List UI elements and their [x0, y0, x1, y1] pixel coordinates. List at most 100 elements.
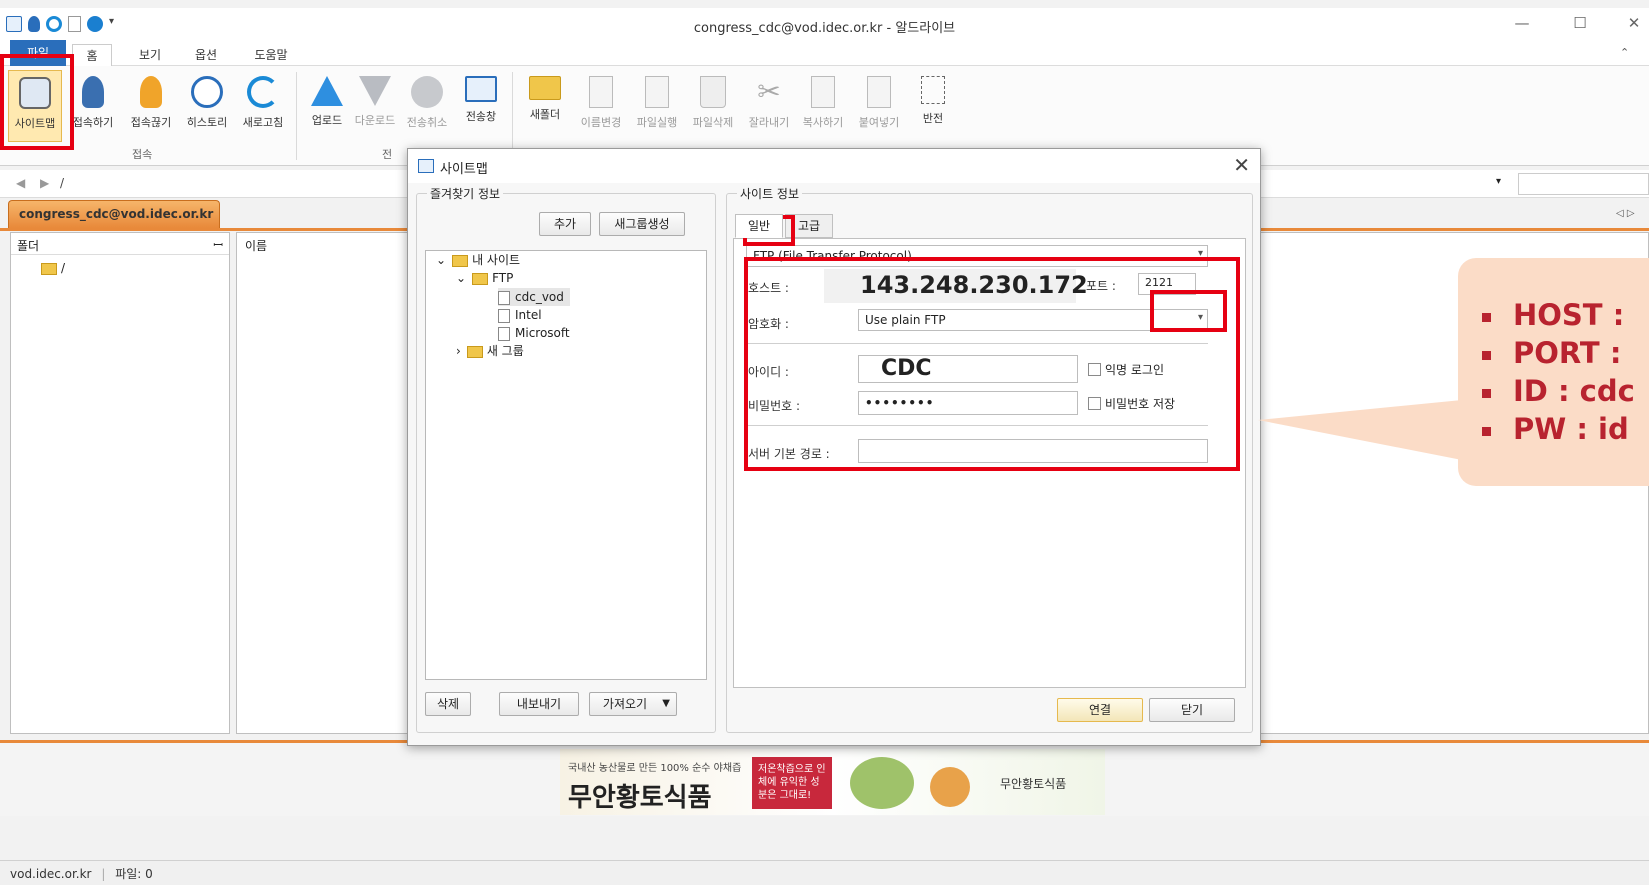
- tree-node-new-group[interactable]: › 새 그룹: [456, 342, 524, 360]
- callout-item-host: HOST :: [1482, 296, 1635, 334]
- window-icon: [465, 76, 497, 102]
- window-title: congress_cdc@vod.idec.or.kr - 알드라이브: [693, 21, 956, 36]
- close-dialog-button[interactable]: 닫기: [1149, 698, 1235, 722]
- folder-header: 폴더 ꟷ: [11, 233, 229, 255]
- connect-button[interactable]: 접속하기: [66, 70, 120, 142]
- save-password-checkbox[interactable]: 비밀번호 저장: [1088, 395, 1175, 412]
- plug-connect-icon: [82, 76, 104, 108]
- forward-arrow-icon[interactable]: ▶: [40, 176, 49, 190]
- tab-advanced[interactable]: 고급: [785, 214, 833, 238]
- transfer-window-button[interactable]: 전송창: [454, 70, 508, 142]
- maximize-button[interactable]: ☐: [1562, 14, 1598, 36]
- invert-icon: [921, 76, 945, 104]
- port-input[interactable]: 2121: [1138, 273, 1196, 295]
- menu-options[interactable]: 옵션: [186, 44, 226, 66]
- add-favorite-button[interactable]: 추가: [539, 212, 591, 236]
- import-button[interactable]: 가져오기 ▼: [589, 692, 677, 716]
- ad-brand-big: 무안황토식품: [568, 783, 712, 813]
- chevron-right-icon: ›: [456, 344, 461, 358]
- password-input[interactable]: ••••••••: [858, 391, 1078, 415]
- folder-icon: [466, 345, 483, 358]
- base-path-label: 서버 기본 경로 :: [748, 447, 830, 461]
- connect-dialog-button[interactable]: 연결: [1057, 698, 1143, 722]
- cut-button[interactable]: ✂ 잘라내기: [742, 70, 796, 142]
- refresh-button[interactable]: 새로고침: [236, 70, 290, 142]
- dialog-close-icon[interactable]: ✕: [1233, 153, 1250, 177]
- address-dropdown-icon[interactable]: ▾: [1496, 176, 1501, 187]
- upload-button[interactable]: 업로드: [300, 70, 354, 142]
- menu-file[interactable]: 파일: [10, 40, 66, 66]
- tree-node-ftp[interactable]: ⌄ FTP: [456, 269, 513, 287]
- search-input[interactable]: [1518, 173, 1649, 195]
- pumpkin-image: [930, 767, 970, 807]
- dialog-title: 사이트맵: [440, 162, 488, 177]
- chevron-down-icon: ⌄: [436, 253, 447, 267]
- delete-file-button[interactable]: 파일삭제: [686, 70, 740, 142]
- invert-selection-button[interactable]: 반전: [906, 70, 960, 142]
- transfer-group-label: 전: [382, 148, 393, 161]
- host-input[interactable]: 143.248.230.172: [824, 269, 1088, 303]
- password-label: 비밀번호 :: [748, 399, 801, 413]
- ad-banner[interactable]: 국내산 농산물로 만든 100% 순수 야채즙 무안황토식품 저온착즙으로 인체…: [560, 749, 1105, 815]
- encryption-select[interactable]: Use plain FTP ▾: [858, 309, 1208, 331]
- callout-item-id: ID : cdc: [1482, 372, 1635, 410]
- sitemap-button[interactable]: 사이트맵: [8, 70, 62, 142]
- new-group-button[interactable]: 새그룹생성: [599, 212, 685, 236]
- sitemap-dialog: 사이트맵 ✕ 즐겨찾기 정보 추가 새그룹생성 ⌄ 내 사이트 ⌄ FTP cdc_…: [407, 148, 1261, 746]
- folder-icon: [452, 254, 469, 267]
- dropdown-arrow-icon: ▼: [662, 698, 670, 709]
- session-tab[interactable]: congress_cdc@vod.idec.or.kr: [8, 200, 220, 228]
- anonymous-login-checkbox[interactable]: 익명 로그인: [1088, 361, 1164, 378]
- new-folder-icon: [529, 76, 561, 100]
- export-button[interactable]: 내보내기: [499, 692, 579, 716]
- address-path[interactable]: /: [60, 176, 64, 190]
- disconnect-button[interactable]: 접속끊기: [124, 70, 178, 142]
- general-tab-panel: FTP (File Transfer Protocol) ▾ 호스트 : 143…: [733, 238, 1246, 688]
- paste-button[interactable]: 붙여넣기: [852, 70, 906, 142]
- cancel-transfer-button[interactable]: 전송취소: [400, 70, 454, 142]
- history-button[interactable]: 히스토리: [180, 70, 234, 142]
- ad-bar: 국내산 농산물로 만든 100% 순수 야채즙 무안황토식품 저온착즙으로 인체…: [0, 740, 1649, 816]
- back-arrow-icon[interactable]: ◀: [16, 176, 25, 190]
- site-file-icon: [498, 326, 510, 341]
- root-folder-item[interactable]: /: [41, 261, 65, 275]
- tab-general[interactable]: 일반: [735, 214, 783, 238]
- close-window-button[interactable]: ✕: [1616, 14, 1649, 36]
- delete-site-button[interactable]: 삭제: [425, 692, 471, 716]
- paste-icon: [867, 76, 891, 108]
- copy-button[interactable]: 복사하기: [796, 70, 850, 142]
- tree-node-site[interactable]: cdc_vod: [498, 288, 570, 306]
- protocol-select[interactable]: FTP (File Transfer Protocol) ▾: [746, 245, 1208, 267]
- upload-arrow-icon: [311, 76, 343, 106]
- new-folder-button[interactable]: 새폴더: [518, 70, 572, 142]
- rename-icon: [589, 76, 613, 108]
- minimize-button[interactable]: —: [1504, 14, 1540, 36]
- tab-scroll-arrows[interactable]: ◁ ▷: [1616, 208, 1635, 219]
- port-label: 포트 :: [1086, 279, 1116, 293]
- chevron-down-icon: ▾: [1197, 312, 1203, 323]
- checkbox-box: [1088, 397, 1101, 410]
- ribbon-separator: [296, 72, 297, 160]
- tree-node-site[interactable]: Microsoft: [498, 324, 570, 342]
- ribbon-separator: [512, 72, 513, 160]
- folder-icon: [472, 272, 489, 285]
- menu-help[interactable]: 도움말: [246, 44, 296, 66]
- ribbon-collapse-icon[interactable]: ⌃: [1620, 46, 1629, 59]
- rename-button[interactable]: 이름변경: [574, 70, 628, 142]
- chevron-down-icon: ⌄: [456, 271, 467, 285]
- callout-item-port: PORT :: [1482, 334, 1635, 372]
- encryption-label: 암호화 :: [748, 317, 789, 331]
- pin-icon[interactable]: ꟷ: [213, 236, 223, 253]
- menu-home[interactable]: 홈: [72, 44, 112, 66]
- run-file-button[interactable]: 파일실행: [630, 70, 684, 142]
- base-path-input[interactable]: [858, 439, 1208, 463]
- site-tree: ⌄ 내 사이트 ⌄ FTP cdc_vod Intel Microsoft › 새 그…: [425, 250, 707, 680]
- dialog-title-bar: 사이트맵 ✕: [408, 149, 1260, 183]
- tree-node-my-sites[interactable]: ⌄ 내 사이트: [436, 251, 520, 269]
- download-button[interactable]: 다운로드: [348, 70, 402, 142]
- separator: [746, 425, 1208, 426]
- menu-view[interactable]: 보기: [130, 44, 170, 66]
- id-input[interactable]: CDC: [858, 355, 1078, 383]
- tree-node-site[interactable]: Intel: [498, 306, 542, 324]
- callout-list: HOST : PORT : ID : cdc PW : id: [1482, 296, 1635, 448]
